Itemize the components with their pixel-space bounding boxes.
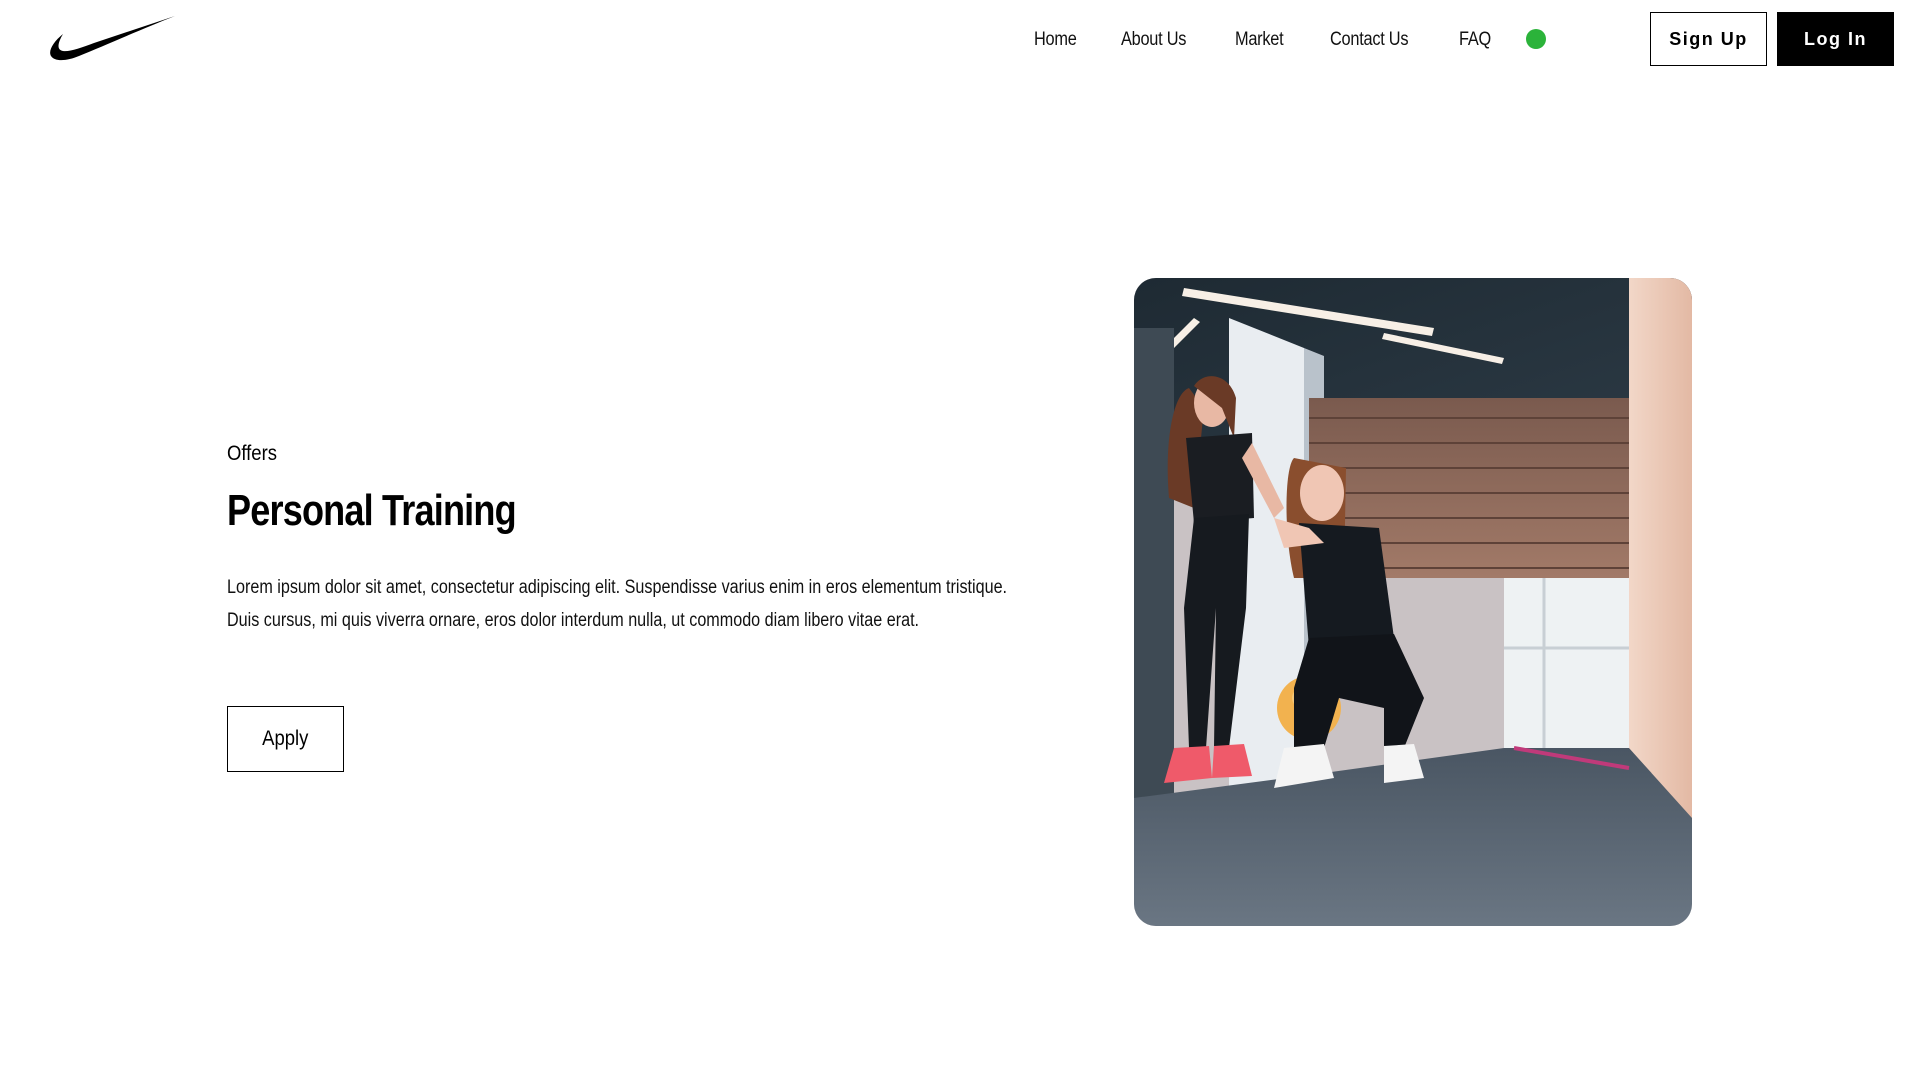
status-indicator-dot xyxy=(1526,29,1546,49)
nav-faq[interactable]: FAQ xyxy=(1459,29,1491,51)
apply-button-label: Apply xyxy=(262,727,309,750)
main-nav: Home About Us Market Contact Us FAQ xyxy=(1034,26,1534,54)
hero-description: Lorem ipsum dolor sit amet, consectetur … xyxy=(227,577,1008,631)
swoosh-logo-icon[interactable] xyxy=(49,14,175,62)
apply-button[interactable]: Apply xyxy=(227,706,344,772)
nav-market[interactable]: Market xyxy=(1235,29,1284,51)
nav-about-us[interactable]: About Us xyxy=(1121,29,1186,51)
hero-section: Offers Personal Training Lorem ipsum dol… xyxy=(227,440,1047,772)
personal-training-photo xyxy=(1134,278,1692,926)
log-in-button[interactable]: Log In xyxy=(1777,12,1894,66)
sign-up-button[interactable]: Sign Up xyxy=(1650,12,1767,66)
nav-home[interactable]: Home xyxy=(1034,29,1077,51)
section-eyebrow: Offers xyxy=(227,442,277,465)
page-title: Personal Training xyxy=(227,486,517,535)
site-header: Home About Us Market Contact Us FAQ Sign… xyxy=(0,0,1919,80)
training-illustration xyxy=(1134,278,1692,926)
nav-contact-us[interactable]: Contact Us xyxy=(1330,29,1409,51)
